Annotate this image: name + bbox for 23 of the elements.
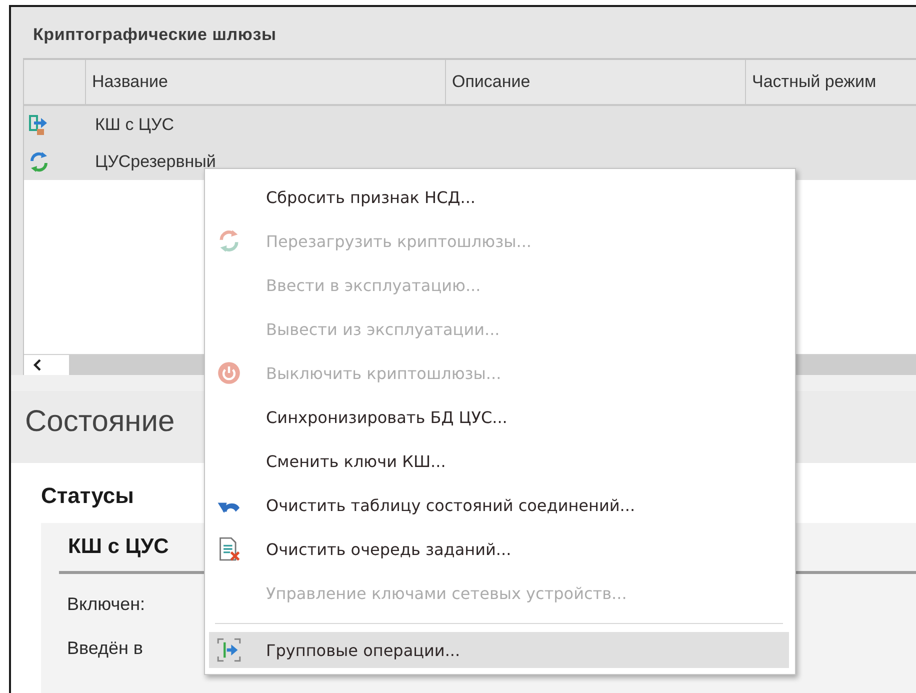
section-title: Состояние [25,405,175,439]
card-title: КШ с ЦУС [68,535,169,560]
group-operations-icon [217,638,241,662]
table-cell-text: КШ с ЦУС [94,115,174,135]
menu-item[interactable]: Сменить ключи КШ... [209,439,789,483]
document-icon [217,537,241,561]
power-icon [217,361,241,385]
section-heading: Статусы [41,483,134,509]
menu-item[interactable]: Очистить таблицу состояний соединений... [209,483,789,527]
scroll-left-icon[interactable] [32,359,42,371]
column-header[interactable]: Название [85,60,445,104]
table-row[interactable]: КШ с ЦУС [24,106,916,144]
field-label: Введён в [67,638,143,659]
menu-item[interactable]: Синхронизировать БД ЦУС... [209,395,789,439]
menu-item[interactable]: Очистить очередь заданий... [209,527,789,571]
field-label: Включен: [67,594,146,615]
table-cell-text: ЦУСрезервный [94,152,216,172]
column-header[interactable]: Описание [445,60,745,104]
refresh-icon [28,151,50,173]
panel-title: Криптографические шлюзы [32,24,278,46]
refresh-icon [217,229,241,253]
column-header[interactable]: Частный режим [745,60,916,104]
menu-item[interactable]: Групповые операции... [209,632,789,668]
